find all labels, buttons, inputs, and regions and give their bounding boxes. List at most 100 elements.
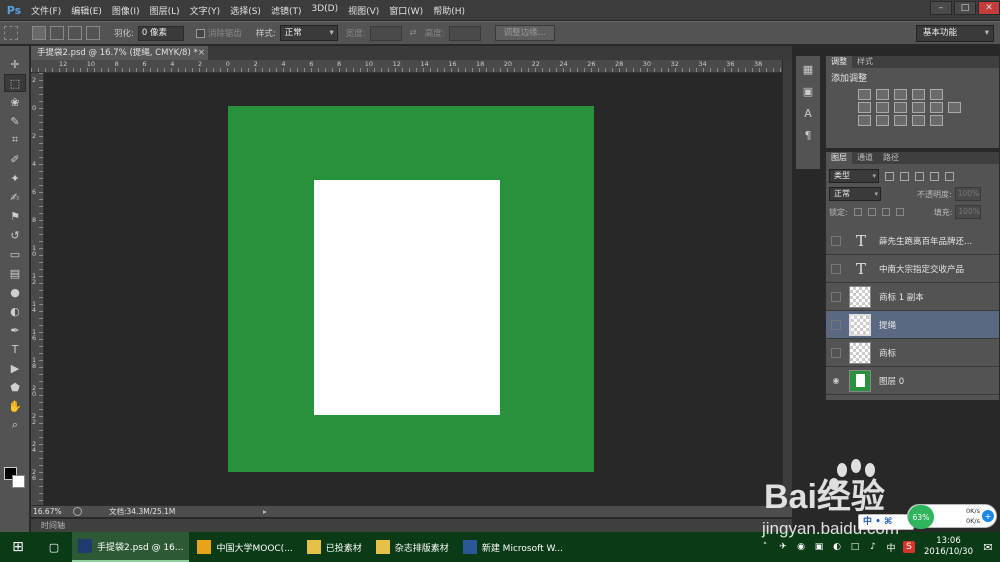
layer-row[interactable]: 提绳 [826,311,999,339]
hue-saturation-icon[interactable] [858,102,871,113]
ime-floating-bar[interactable]: 中 • ⌘ [858,514,914,530]
new-selection-icon[interactable] [32,26,46,40]
gradient-icon[interactable]: ▤ [4,264,26,282]
blend-mode-select[interactable]: 正常 [829,187,881,201]
taskbar-item[interactable]: 手提袋2.psd @ 16... [72,532,190,562]
tray-icon[interactable]: ◉ [795,541,807,553]
eyedropper-icon[interactable]: ✐ [4,150,26,168]
brightness-icon[interactable] [858,89,871,100]
start-button[interactable]: ⊞ [0,532,36,562]
type-filter-icon[interactable] [915,171,924,181]
gradient-map-icon[interactable] [912,115,925,126]
width-input[interactable] [369,25,402,41]
zoom-level[interactable]: 16.67% [33,506,62,517]
curves-icon[interactable] [894,89,907,100]
visibility-toggle[interactable] [831,235,841,246]
shape-icon[interactable]: ⬟ [4,378,26,396]
task-view-button[interactable]: ▢ [36,532,72,562]
tray-icon[interactable]: ♪ [867,541,879,553]
healing-icon[interactable]: ✦ [4,169,26,187]
menu-item-3[interactable]: 图层(L) [145,4,185,17]
restore-button[interactable]: □ [954,1,976,15]
tray-icon[interactable]: □ [849,541,861,553]
antialias-checkbox[interactable] [195,28,205,38]
layer-row[interactable]: ◉ 图层 0 [826,367,999,395]
taskbar-item[interactable]: 中国大学MOOC(... [191,532,298,562]
subtract-selection-icon[interactable] [68,26,82,40]
close-button[interactable]: ✕ [978,1,1000,15]
color-lookup-icon[interactable] [948,102,961,113]
menu-item-0[interactable]: 文件(F) [26,4,66,17]
pixel-filter-icon[interactable] [885,171,894,181]
visibility-toggle[interactable] [831,319,841,330]
menu-item-6[interactable]: 滤镜(T) [266,4,307,17]
quick-select-icon[interactable]: ✎ [4,112,26,130]
tray-icon[interactable]: ◐ [831,541,843,553]
network-speed-widget[interactable]: 63% 0K/s 0K/s + [907,504,997,529]
menu-item-9[interactable]: 窗口(W) [384,4,428,17]
status-menu-arrow-icon[interactable]: ▸ [263,506,267,517]
hand-icon[interactable]: ✋ [4,397,26,415]
color-balance-icon[interactable] [876,102,889,113]
tray-icon[interactable]: ˄ [759,541,771,553]
smart-object-filter-icon[interactable] [945,171,954,181]
status-info-icon[interactable] [73,507,82,516]
tab-styles[interactable]: 样式 [852,56,878,68]
document-tab[interactable]: 手提袋2.psd @ 16.7% (提绳, CMYK/8) * × [31,46,208,60]
add-selection-icon[interactable] [50,26,64,40]
visibility-toggle[interactable] [831,291,841,302]
eye-icon[interactable]: ◉ [831,376,841,386]
shape-filter-icon[interactable] [930,171,939,181]
white-rectangle[interactable] [314,180,500,415]
taskbar-item[interactable]: 新建 Microsoft W... [457,532,569,562]
threshold-icon[interactable] [894,115,907,126]
sogou-logo-icon[interactable]: S [903,541,915,553]
layer-row[interactable]: 商标 [826,339,999,367]
layer-kind-filter[interactable]: 类型 [829,169,879,183]
pen-icon[interactable]: ✒ [4,321,26,339]
layer-row[interactable]: 商标 1 副本 [826,283,999,311]
type-icon[interactable]: T [4,340,26,358]
invert-icon[interactable] [858,115,871,126]
workspace-select[interactable]: 基本功能 [916,25,994,42]
canvas-area[interactable] [44,73,782,505]
clock[interactable]: 13:06 2016/10/30 [924,536,973,558]
taskbar-item[interactable]: 已投素材 [301,532,368,562]
menu-item-1[interactable]: 编辑(E) [66,4,107,17]
history-brush-icon[interactable]: ↺ [4,226,26,244]
opacity-input[interactable]: 100% [954,187,981,201]
black-white-icon[interactable] [894,102,907,113]
intersect-selection-icon[interactable] [86,26,100,40]
vertical-scrollbar[interactable] [782,60,792,505]
properties-panel-icon[interactable]: ▣ [798,82,818,100]
menu-item-10[interactable]: 帮助(H) [428,4,470,17]
lasso-icon[interactable]: ❀ [4,93,26,111]
notification-icon[interactable]: ✉ [982,541,994,554]
dodge-icon[interactable]: ◐ [4,302,26,320]
menu-item-8[interactable]: 视图(V) [343,4,384,17]
lock-transparency-icon[interactable] [853,208,862,216]
path-select-icon[interactable]: ▶ [4,359,26,377]
swap-icon[interactable]: ⇄ [410,28,417,38]
stamp-icon[interactable]: ⚑ [4,207,26,225]
layer-row[interactable]: T 中南大宗指定交收产品 [826,255,999,283]
adjustment-filter-icon[interactable] [900,171,909,181]
visibility-toggle[interactable] [831,347,841,358]
move-icon[interactable]: ✛ [4,55,26,73]
timeline-tab[interactable]: 时间轴 [31,518,792,532]
lock-position-icon[interactable] [881,208,890,216]
crop-icon[interactable]: ⌗ [4,131,26,149]
eraser-icon[interactable]: ▭ [4,245,26,263]
character-panel-icon[interactable]: A [798,104,818,122]
tray-icon[interactable]: ▣ [813,541,825,553]
layer-row[interactable]: T 薛先生跑离百年品牌还... [826,227,999,255]
height-input[interactable] [448,25,481,41]
background-color-swatch[interactable] [12,475,25,488]
selective-color-icon[interactable] [930,115,943,126]
marquee-icon[interactable]: ⬚ [4,74,26,92]
net-plus-icon[interactable]: + [982,510,994,522]
green-background-layer[interactable] [228,106,594,472]
channel-mixer-icon[interactable] [930,102,943,113]
refine-edge-button[interactable]: 调整边缘... [494,25,555,41]
tab-paths[interactable]: 路径 [878,152,904,164]
